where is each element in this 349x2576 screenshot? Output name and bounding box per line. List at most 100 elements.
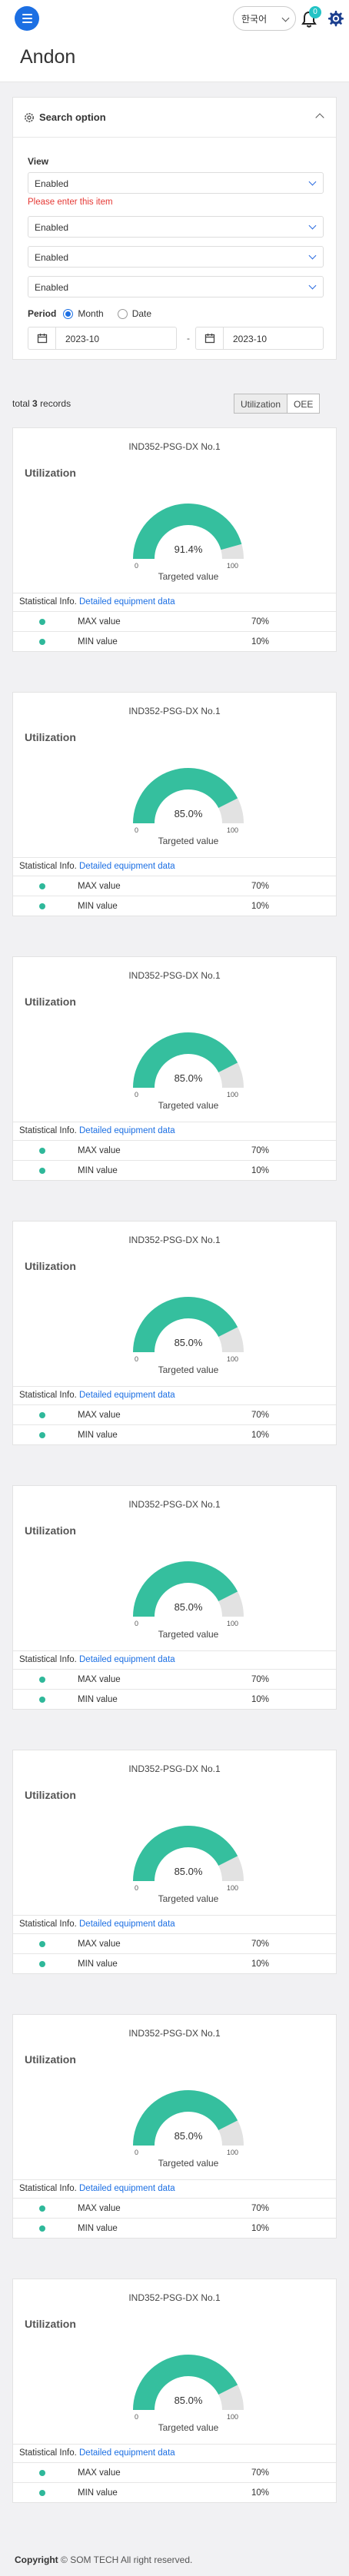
stat-value: 10%	[251, 1695, 270, 1704]
date-to-field[interactable]: 2023-10	[195, 327, 324, 350]
status-dot	[39, 2225, 45, 2232]
tab-utilization[interactable]: Utilization	[234, 394, 288, 414]
menu-icon-line	[22, 14, 32, 15]
calendar-icon[interactable]	[28, 327, 56, 349]
statistical-info: Statistical Info. Detailed equipment dat…	[13, 1386, 336, 1404]
stat-value: 70%	[251, 2468, 270, 2478]
gauge-value: 85.0%	[174, 2395, 203, 2406]
stat-name: MIN value	[78, 1431, 118, 1440]
gauge-label: Targeted value	[158, 2422, 219, 2433]
notification-button[interactable]: 0	[301, 6, 321, 29]
date-from-value: 2023-10	[65, 334, 100, 344]
detailed-data-link[interactable]: Detailed equipment data	[79, 597, 175, 607]
settings-button[interactable]	[326, 9, 344, 28]
stat-value: 10%	[251, 2488, 270, 2498]
menu-icon-line	[22, 22, 32, 23]
stat-label: Statistical Info.	[19, 862, 77, 871]
date-to-value: 2023-10	[233, 334, 268, 344]
date-from-field[interactable]: 2023-10	[28, 327, 177, 350]
detailed-data-link[interactable]: Detailed equipment data	[79, 1126, 175, 1135]
notification-badge: 0	[309, 6, 321, 18]
stat-label: Statistical Info.	[19, 2184, 77, 2193]
filter-select-3[interactable]: Enabled	[28, 276, 324, 297]
filter-select-value: Enabled	[35, 222, 69, 233]
date-separator: -	[187, 333, 190, 344]
stat-name: MAX value	[78, 1939, 121, 1949]
gauge-min: 0	[135, 826, 139, 834]
period-month-radio[interactable]	[63, 308, 74, 319]
card-title: IND352-PSG-DX No.1	[128, 1499, 221, 1510]
stat-value: 70%	[251, 1411, 270, 1420]
andon-page: 한국어 0 Andon Search option View Enabled P…	[0, 0, 349, 2576]
stat-label: Statistical Info.	[19, 597, 77, 607]
detailed-data-link[interactable]: Detailed equipment data	[79, 2184, 175, 2193]
gauge-max: 100	[227, 1884, 239, 1892]
card-title: IND352-PSG-DX No.1	[128, 1763, 221, 1774]
chevron-down-icon	[308, 221, 317, 230]
stat-name: MAX value	[78, 1146, 121, 1155]
chevron-down-icon	[308, 281, 317, 290]
equipment-card: IND352-PSG-DX No.1 Utilization 85.0% 0 1…	[12, 2014, 337, 2239]
language-select[interactable]: 한국어	[233, 6, 296, 31]
gear-icon	[25, 112, 34, 122]
card-title: IND352-PSG-DX No.1	[128, 2028, 221, 2039]
footer: Copyright © SOM TECH All right reserved.	[15, 2554, 192, 2565]
statistical-info: Statistical Info. Detailed equipment dat…	[13, 593, 336, 611]
status-dot	[39, 619, 45, 625]
gauge-max: 100	[227, 1091, 239, 1099]
statistical-info: Statistical Info. Detailed equipment dat…	[13, 1650, 336, 1669]
detailed-data-link[interactable]: Detailed equipment data	[79, 1655, 175, 1664]
gauge-label: Targeted value	[158, 1364, 219, 1375]
language-value: 한국어	[241, 13, 268, 25]
status-dot	[39, 2205, 45, 2212]
detailed-data-link[interactable]: Detailed equipment data	[79, 862, 175, 871]
chevron-down-icon	[281, 14, 290, 22]
filter-select-1[interactable]: Enabled	[28, 216, 324, 238]
gauge-value: 85.0%	[174, 1337, 203, 1348]
status-dot	[39, 1941, 45, 1947]
calendar-icon[interactable]	[196, 327, 224, 349]
gauge-max: 100	[227, 562, 239, 570]
status-dot	[39, 1961, 45, 1967]
card-subtitle: Utilization	[25, 2053, 76, 2066]
gauge-min: 0	[135, 1620, 139, 1627]
filter-select-value: Enabled	[35, 282, 69, 293]
stat-label: Statistical Info.	[19, 1126, 77, 1135]
error-message: Please enter this item	[28, 198, 113, 207]
status-dot	[39, 1432, 45, 1438]
stat-name: MAX value	[78, 2204, 121, 2213]
gauge-max: 100	[227, 2149, 239, 2156]
gauge-label: Targeted value	[158, 1629, 219, 1640]
view-select[interactable]: Enabled	[28, 172, 324, 194]
card-subtitle: Utilization	[25, 731, 76, 743]
stat-row-max: MAX value 70%	[13, 1669, 336, 1690]
filter-select-2[interactable]: Enabled	[28, 246, 324, 268]
filter-select-value: Enabled	[35, 252, 69, 263]
period-date-radio[interactable]	[117, 308, 128, 319]
chevron-up-icon[interactable]	[315, 113, 324, 122]
gauge-min: 0	[135, 1355, 139, 1363]
tab-oee[interactable]: OEE	[288, 394, 321, 414]
search-panel-header[interactable]: Search option	[13, 98, 336, 138]
equipment-card: IND352-PSG-DX No.1 Utilization 85.0% 0 1…	[12, 1221, 337, 1445]
statistical-info: Statistical Info. Detailed equipment dat…	[13, 857, 336, 876]
gauge-label: Targeted value	[158, 836, 219, 846]
menu-button[interactable]	[15, 6, 39, 31]
stat-label: Statistical Info.	[19, 1391, 77, 1400]
card-subtitle: Utilization	[25, 467, 76, 479]
records-count: total 3 records	[12, 398, 71, 409]
stat-row-max: MAX value 70%	[13, 611, 336, 632]
stat-name: MIN value	[78, 637, 118, 646]
detailed-data-link[interactable]: Detailed equipment data	[79, 1391, 175, 1400]
detailed-data-link[interactable]: Detailed equipment data	[79, 2448, 175, 2458]
stat-row-max: MAX value 70%	[13, 2198, 336, 2219]
stat-value: 10%	[251, 902, 270, 911]
status-dot	[39, 1677, 45, 1683]
stat-name: MIN value	[78, 1166, 118, 1175]
stat-row-min: MIN value 10%	[13, 1424, 336, 1445]
stat-row-min: MIN value 10%	[13, 896, 336, 916]
detailed-data-link[interactable]: Detailed equipment data	[79, 1920, 175, 1929]
gauge-value: 85.0%	[174, 2130, 203, 2142]
card-title: IND352-PSG-DX No.1	[128, 970, 221, 981]
utilization-gauge: 85.0% 0 100 Targeted value	[121, 759, 256, 846]
